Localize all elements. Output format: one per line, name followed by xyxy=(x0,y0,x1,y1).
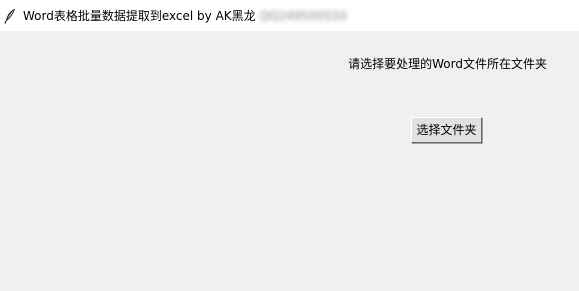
folder-prompt-label: 请选择要处理的Word文件所在文件夹 xyxy=(348,57,547,71)
window-title-obscured: QQ249500550 xyxy=(259,9,348,23)
main-panel: 请选择要处理的Word文件所在文件夹 选择文件夹 xyxy=(0,31,579,291)
window-title-main: Word表格批量数据提取到excel by AK黑龙 xyxy=(23,9,260,23)
choose-folder-button[interactable]: 选择文件夹 xyxy=(411,117,482,143)
app-window: Word表格批量数据提取到excel by AK黑龙 QQ249500550 请… xyxy=(0,0,579,291)
feather-icon xyxy=(4,8,16,24)
title-bar[interactable]: Word表格批量数据提取到excel by AK黑龙 QQ249500550 xyxy=(0,0,579,31)
window-title: Word表格批量数据提取到excel by AK黑龙 QQ249500550 xyxy=(23,8,347,24)
